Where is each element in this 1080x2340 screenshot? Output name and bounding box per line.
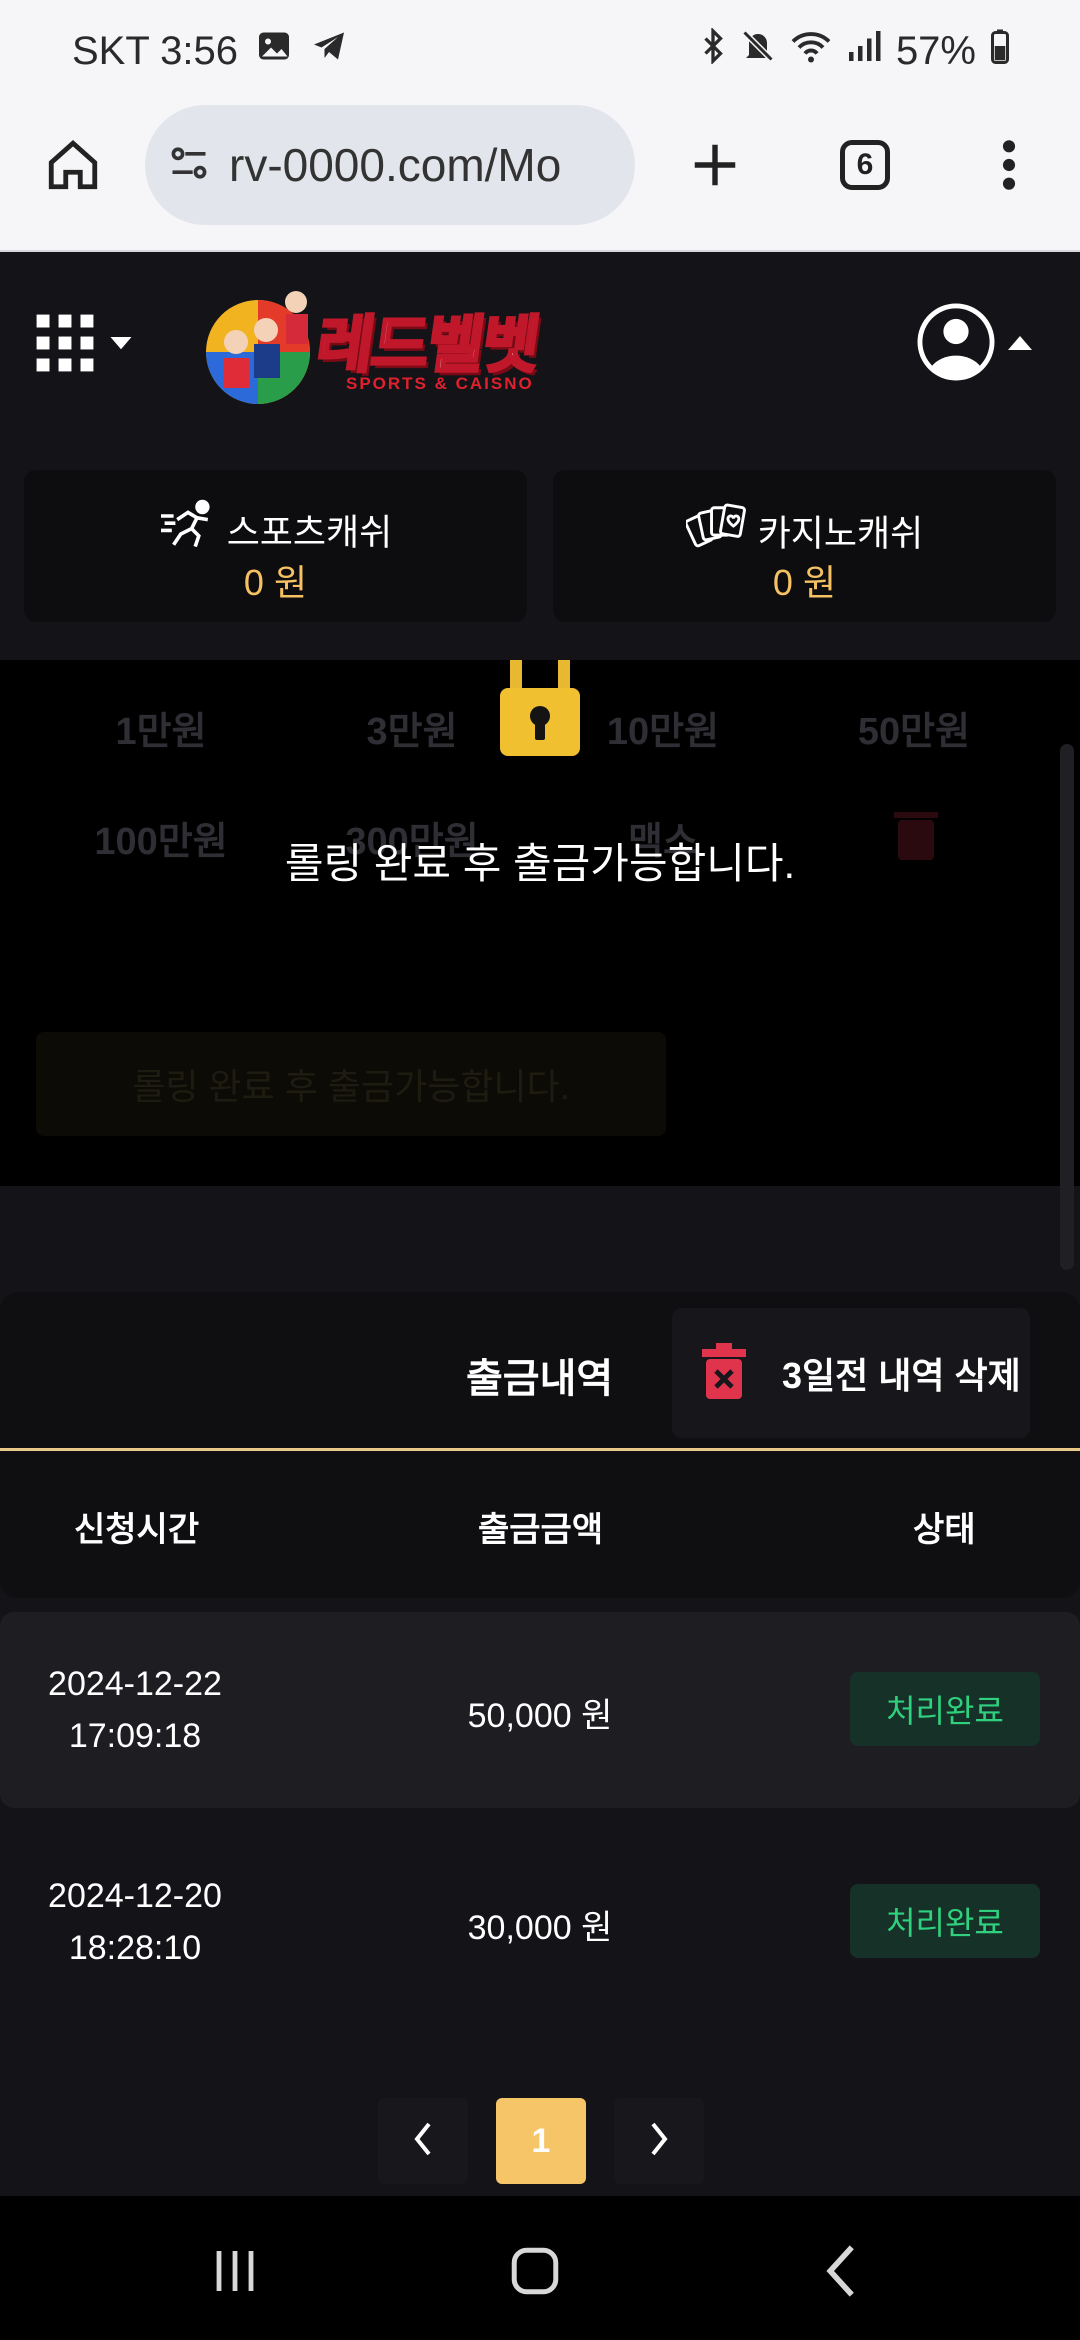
amount-button-1: 1만원	[115, 711, 207, 753]
status-badge: 처리완료	[850, 1672, 1040, 1746]
logo-emblem	[206, 291, 310, 404]
gallery-icon	[256, 28, 292, 74]
status-badge: 처리완료	[850, 1884, 1040, 1958]
status-bar: SKT 3:56 57%	[0, 0, 1080, 100]
android-nav-bar	[0, 2196, 1080, 2340]
user-menu-button[interactable]	[914, 300, 1032, 388]
chevron-right-icon	[649, 2122, 669, 2160]
runner-icon	[159, 498, 217, 561]
signal-icon	[846, 28, 882, 74]
sports-cash-value: 0 원	[243, 562, 308, 603]
mute-icon	[740, 28, 776, 74]
more-icon[interactable]	[964, 120, 1054, 210]
page-button-current[interactable]: 1	[496, 2098, 586, 2184]
row-time: 17:09:18	[68, 1717, 202, 1755]
next-page-button[interactable]	[614, 2098, 704, 2184]
casino-cash-card: 카지노캐쉬 0 원	[553, 470, 1056, 622]
prev-page-button[interactable]	[378, 2098, 468, 2184]
row-date: 2024-12-20	[48, 1877, 222, 1915]
sports-cash-label: 스포츠캐쉬	[226, 511, 393, 553]
new-tab-icon[interactable]	[670, 120, 760, 210]
amount-button-50: 50만원	[857, 711, 971, 753]
row-amount: 30,000 원	[467, 1909, 613, 1947]
delete-old-history-button[interactable]: 3일전 내역 삭제	[672, 1308, 1030, 1438]
column-status: 상태	[913, 1511, 976, 1549]
column-amount: 출금금액	[478, 1511, 604, 1549]
tabs-button[interactable]: 6	[820, 120, 910, 210]
table-row: 2024-12-20 18:28:10 30,000 원 처리완료	[0, 1822, 1080, 2018]
chevron-down-icon	[110, 336, 132, 355]
row-date: 2024-12-22	[48, 1665, 222, 1703]
site-logo[interactable]: 레드벨벳 SPORTS & CAISNO	[196, 282, 566, 412]
row-time: 18:28:10	[68, 1929, 202, 1967]
pagination: 1	[378, 2098, 704, 2184]
column-request-time: 신청시간	[74, 1511, 200, 1549]
home-nav-icon[interactable]	[500, 2236, 570, 2306]
grid-menu-icon	[34, 312, 96, 378]
withdraw-panel-locked: 1만원 3만원 10만원 50만원 100만원 300만원 맥스 롤링 완료 후…	[0, 660, 1080, 1186]
cash-summary: 스포츠캐쉬 0 원 카지노캐쉬 0 원	[24, 470, 1056, 622]
grid-menu-button[interactable]	[34, 312, 132, 378]
logo-subtitle: SPORTS & CAISNO	[346, 374, 534, 393]
url-text: rv-0000.com/Mo	[229, 139, 562, 191]
url-bar[interactable]: rv-0000.com/Mo	[145, 105, 635, 225]
page-scrollbar[interactable]	[1060, 744, 1074, 1270]
lock-icon	[492, 660, 588, 760]
user-avatar-icon	[914, 300, 998, 388]
sports-cash-card: 스포츠캐쉬 0 원	[24, 470, 527, 622]
bluetooth-icon	[700, 27, 726, 74]
lock-message: 롤링 완료 후 출금가능합니다.	[284, 840, 796, 887]
history-header: 출금내역 3일전 내역 삭제	[0, 1292, 1080, 1451]
withdraw-history: 출금내역 3일전 내역 삭제 신청시간 출금금액 상태 2024-12-22 1…	[0, 1292, 1080, 2192]
history-column-headers: 신청시간 출금금액 상태	[0, 1452, 1080, 1598]
wifi-icon	[790, 28, 832, 74]
chevron-up-icon	[1008, 335, 1032, 354]
trash-icon	[702, 1343, 746, 1403]
recent-apps-icon[interactable]	[200, 2236, 270, 2306]
site-info-icon[interactable]	[167, 141, 211, 189]
logo-title: 레드벨벳	[311, 307, 544, 383]
home-icon[interactable]	[28, 120, 118, 210]
tab-count: 6	[840, 140, 890, 190]
row-amount: 50,000 원	[467, 1697, 613, 1735]
delete-old-history-label: 3일전 내역 삭제	[782, 1355, 1021, 1396]
battery-icon	[990, 28, 1010, 74]
carrier-time: SKT 3:56	[72, 28, 239, 73]
battery-percent: 57%	[895, 28, 976, 73]
table-row: 2024-12-22 17:09:18 50,000 원 처리완료	[0, 1612, 1080, 1808]
site-header: 레드벨벳 SPORTS & CAISNO	[0, 252, 1080, 452]
browser-toolbar: rv-0000.com/Mo 6	[0, 100, 1080, 252]
withdraw-button-disabled: 롤링 완료 후 출금가능합니다.	[36, 1032, 666, 1136]
back-nav-icon[interactable]	[806, 2236, 876, 2306]
chevron-left-icon	[413, 2122, 433, 2160]
casino-cash-label: 카지노캐쉬	[757, 512, 924, 554]
casino-cash-value: 0 원	[772, 562, 837, 603]
history-title: 출금내역	[466, 1357, 614, 1401]
telegram-icon	[310, 28, 348, 74]
